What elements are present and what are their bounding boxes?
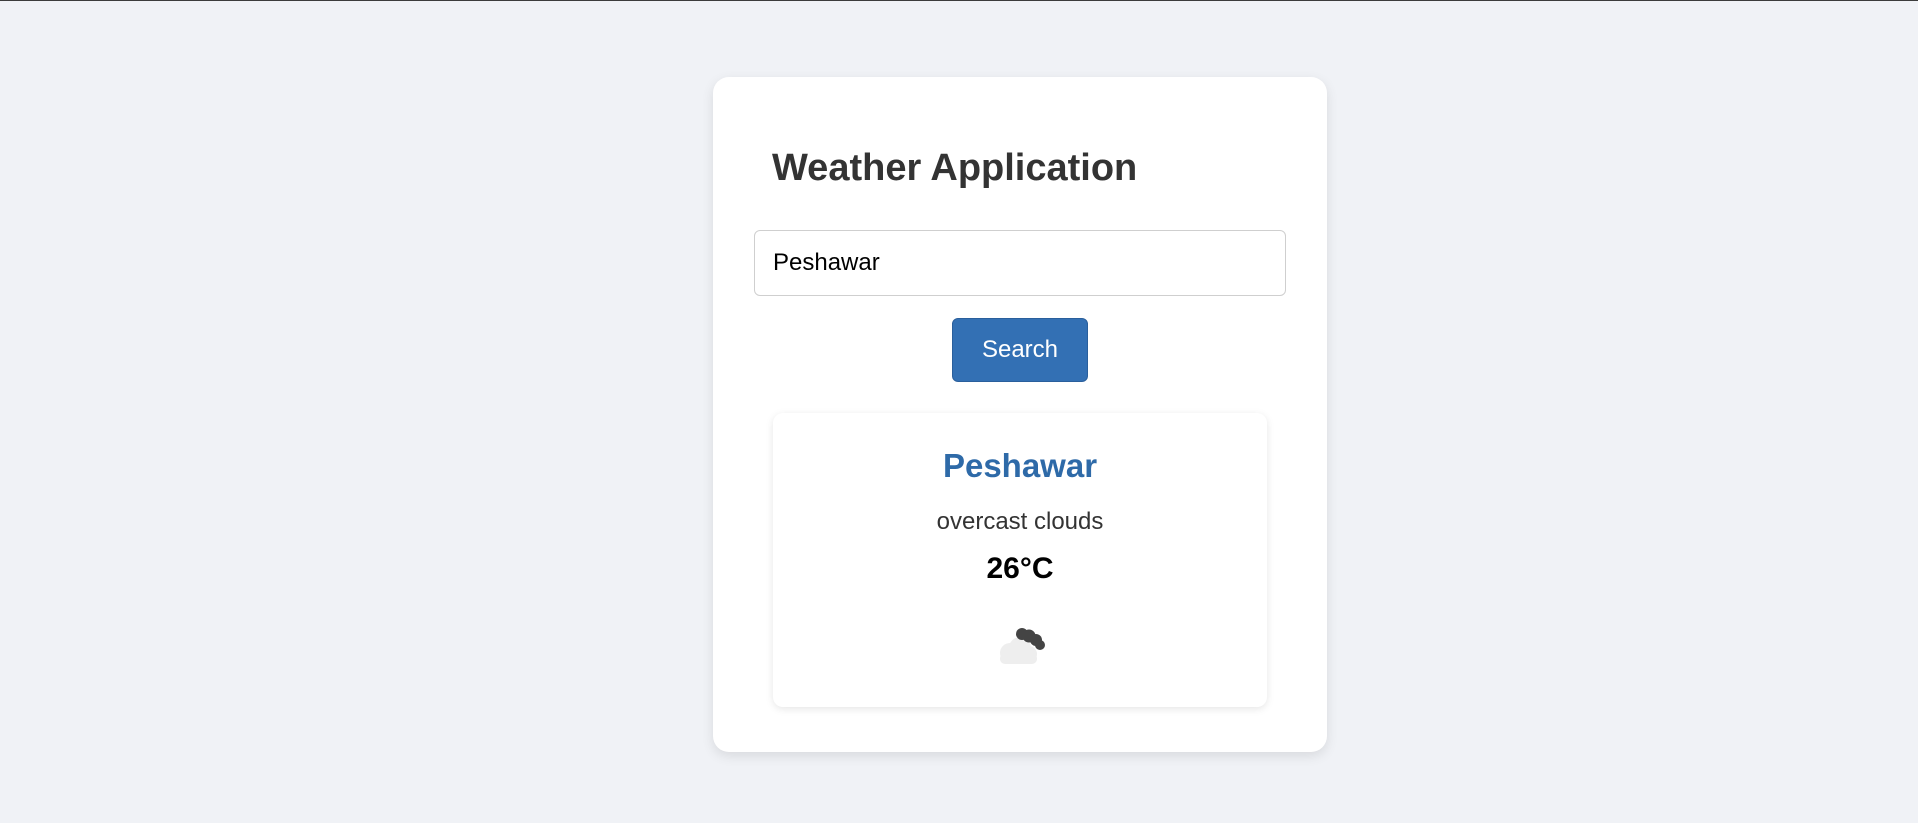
weather-app-card: Weather Application Search Peshawar over… xyxy=(713,77,1327,752)
city-search-input[interactable] xyxy=(754,230,1286,296)
temperature-value: 26°C xyxy=(986,552,1054,585)
weather-result-card: Peshawar overcast clouds 26°C xyxy=(773,413,1267,707)
search-button[interactable]: Search xyxy=(952,318,1088,382)
weather-description: overcast clouds xyxy=(936,508,1104,535)
result-city-name: Peshawar xyxy=(942,447,1098,484)
window-top-border xyxy=(0,0,1918,1)
overcast-clouds-icon xyxy=(1000,628,1045,664)
app-title: Weather Application xyxy=(772,147,1138,189)
